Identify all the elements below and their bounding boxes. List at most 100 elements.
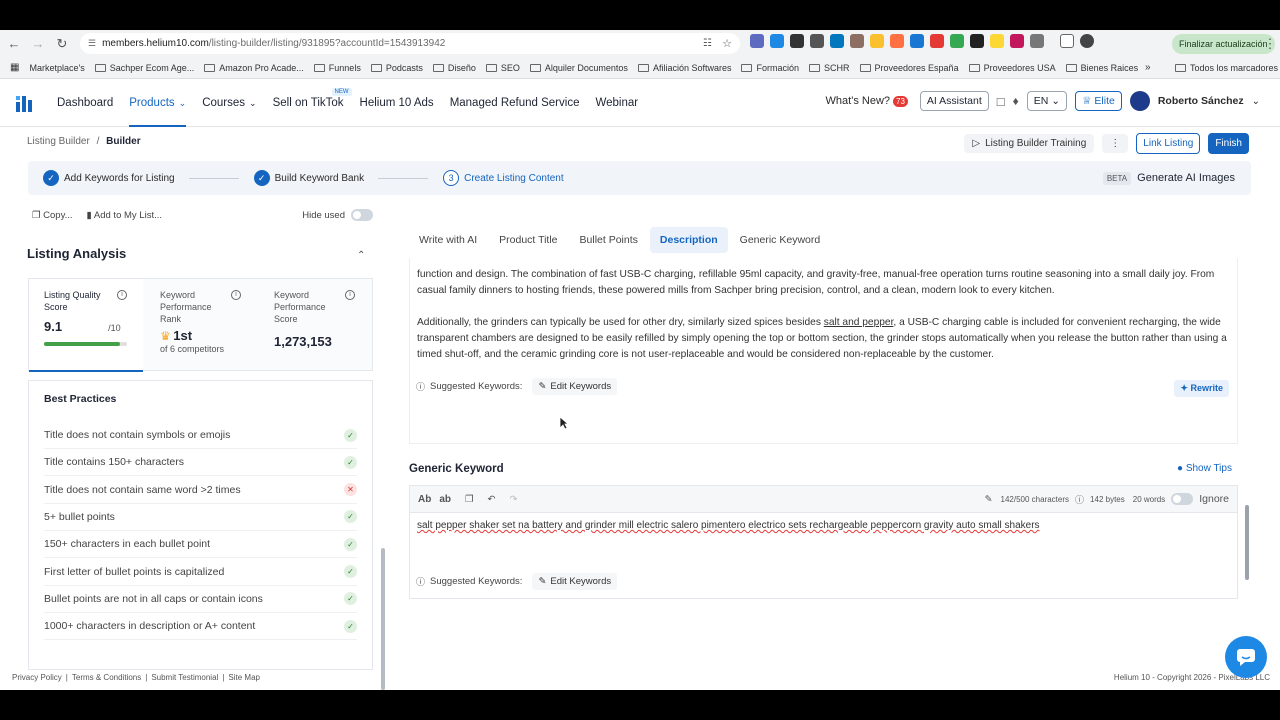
nav-webinar[interactable]: Webinar	[595, 79, 638, 127]
bookmark-item[interactable]: Bienes Raices	[1065, 63, 1138, 73]
nav-refund[interactable]: Managed Refund Service	[450, 79, 580, 127]
undo-icon[interactable]: ↶	[488, 494, 496, 505]
quality-score-card[interactable]: Listing Quality Score i 9.1/10	[29, 279, 143, 372]
breadcrumb-root[interactable]: Listing Builder	[27, 136, 90, 147]
avatar[interactable]	[1129, 91, 1150, 111]
bell-icon[interactable]: ♦	[1013, 94, 1019, 108]
more-options-button[interactable]: ⋮	[1102, 134, 1129, 153]
language-select[interactable]: EN ⌄	[1026, 91, 1068, 111]
bookmark-item[interactable]: Formación	[741, 63, 799, 73]
nav-ads[interactable]: Helium 10 Ads	[360, 79, 434, 127]
bookmark-item[interactable]: Podcasts	[370, 63, 423, 73]
generic-keyword-input[interactable]: salt pepper shaker set na battery and gr…	[417, 520, 1040, 531]
redo-icon[interactable]: ↷	[510, 494, 518, 505]
extension-icon[interactable]	[750, 34, 764, 48]
nav-dashboard[interactable]: Dashboard	[57, 79, 113, 127]
nav-tiktok[interactable]: Sell on TikTok NEW	[273, 79, 352, 127]
back-icon[interactable]: ←	[4, 34, 24, 54]
info-icon[interactable]: i	[117, 290, 127, 300]
bookmark-item[interactable]: Funnels	[313, 63, 361, 73]
apps-grid-icon[interactable]: ▦	[10, 62, 19, 73]
extension-icon[interactable]	[870, 34, 884, 48]
address-bar[interactable]: ☰ members.helium10.com/listing-builder/l…	[80, 33, 740, 54]
tab-product-title[interactable]: Product Title	[489, 227, 567, 253]
info-icon[interactable]: i	[231, 290, 241, 300]
reload-icon[interactable]: ↻	[52, 34, 72, 54]
extension-icon[interactable]	[990, 34, 1004, 48]
chevron-down-icon[interactable]: ⌄	[1252, 96, 1260, 107]
bookmark-item[interactable]: Proveedores USA	[968, 63, 1056, 73]
tab-generic-keyword[interactable]: Generic Keyword	[730, 227, 831, 253]
keyword-score-card[interactable]: Keyword Performance Score i 1,273,153	[259, 279, 373, 372]
extension-icon[interactable]	[770, 34, 784, 48]
training-button[interactable]: ▷ Listing Builder Training	[964, 134, 1095, 153]
elite-plan-button[interactable]: ♕ Elite	[1075, 91, 1122, 111]
extension-icon[interactable]	[830, 34, 844, 48]
extension-icon[interactable]	[1010, 34, 1024, 48]
translate-icon[interactable]: ☷	[703, 38, 712, 49]
extension-icon[interactable]	[910, 34, 924, 48]
chevron-up-icon[interactable]: ⌃	[357, 250, 365, 261]
extension-icon[interactable]	[810, 34, 824, 48]
bookmark-item[interactable]: Proveedores España	[859, 63, 959, 73]
site-info-icon[interactable]: ☰	[88, 38, 96, 49]
edit-keywords-button[interactable]: ✎ Edit Keywords	[532, 378, 618, 395]
step-create-content[interactable]: 3 Create Listing Content	[443, 170, 564, 186]
bookmark-item[interactable]: SCHR	[809, 63, 850, 73]
copy-button[interactable]: ❐ Copy...	[32, 210, 73, 221]
more-bookmarks-icon[interactable]: »	[1145, 62, 1151, 73]
extension-icon[interactable]	[850, 34, 864, 48]
bookmark-item[interactable]: SEO	[485, 63, 520, 73]
finish-button[interactable]: Finish	[1208, 133, 1249, 154]
extension-icon[interactable]	[970, 34, 984, 48]
bookmark-item[interactable]: Alquiler Documentos	[529, 63, 628, 73]
helium10-logo-icon[interactable]	[16, 96, 32, 112]
copy-icon[interactable]: ❐	[465, 494, 474, 505]
step-add-keywords[interactable]: ✓ Add Keywords for Listing	[43, 170, 175, 186]
nav-products[interactable]: Products ⌄	[129, 79, 186, 127]
keyword-rank-card[interactable]: Keyword Performance Rank i ♛ 1st of 6 co…	[145, 279, 259, 372]
right-scrollbar[interactable]	[1245, 505, 1249, 580]
link-listing-button[interactable]: Link Listing	[1136, 133, 1201, 154]
puzzle-icon[interactable]	[1030, 34, 1044, 48]
hide-used-toggle[interactable]	[351, 209, 373, 221]
info-icon[interactable]: ⓘ	[1075, 493, 1084, 506]
extension-icon[interactable]	[790, 34, 804, 48]
edit-keywords-button[interactable]: ✎ Edit Keywords	[532, 573, 618, 590]
menu-dots-icon[interactable]: ⋮	[1260, 34, 1280, 54]
extension-icon[interactable]	[930, 34, 944, 48]
bookmark-star-icon[interactable]: ☆	[722, 37, 732, 50]
add-to-list-button[interactable]: ▮ Add to My List...	[87, 210, 162, 221]
profile-icon[interactable]	[1080, 34, 1094, 48]
extension-icon[interactable]	[890, 34, 904, 48]
testimonial-link[interactable]: Submit Testimonial	[151, 673, 218, 682]
bookmark-item[interactable]: Marketplace's	[29, 63, 84, 73]
chat-support-button[interactable]	[1225, 636, 1267, 678]
lower-case-button[interactable]: ab	[439, 494, 451, 505]
rewrite-button[interactable]: ✦ Rewrite	[1174, 380, 1229, 397]
tab-description[interactable]: Description	[649, 227, 728, 253]
show-tips-button[interactable]: ● Show Tips	[1177, 463, 1232, 474]
sitemap-link[interactable]: Site Map	[228, 673, 260, 682]
terms-link[interactable]: Terms & Conditions	[72, 673, 141, 682]
whats-new-link[interactable]: What's New? 73	[826, 95, 908, 107]
bookmark-item[interactable]: Sachper Ecom Age...	[94, 63, 194, 73]
user-name[interactable]: Roberto Sánchez	[1158, 95, 1244, 107]
description-editor[interactable]: function and design. The combination of …	[409, 258, 1238, 444]
generate-ai-images-button[interactable]: BETA Generate AI Images	[1102, 171, 1235, 185]
step-keyword-bank[interactable]: ✓ Build Keyword Bank	[253, 170, 364, 186]
tab-bullet-points[interactable]: Bullet Points	[570, 227, 648, 253]
privacy-link[interactable]: Privacy Policy	[12, 673, 62, 682]
pencil-icon[interactable]: ✎	[985, 494, 993, 505]
ai-assistant-button[interactable]: AI Assistant	[919, 91, 989, 111]
chat-feedback-icon[interactable]: □	[997, 94, 1005, 109]
title-case-button[interactable]: Ab	[418, 494, 431, 505]
bookmark-item[interactable]: Afiliación Softwares	[637, 63, 731, 73]
info-icon[interactable]: i	[345, 290, 355, 300]
download-icon[interactable]	[1060, 34, 1074, 48]
nav-courses[interactable]: Courses ⌄	[202, 79, 256, 127]
forward-icon[interactable]: →	[28, 34, 48, 54]
bookmark-item[interactable]: Diseño	[432, 63, 476, 73]
bookmark-item[interactable]: Amazon Pro Acade...	[204, 63, 304, 73]
extension-icon[interactable]	[950, 34, 964, 48]
